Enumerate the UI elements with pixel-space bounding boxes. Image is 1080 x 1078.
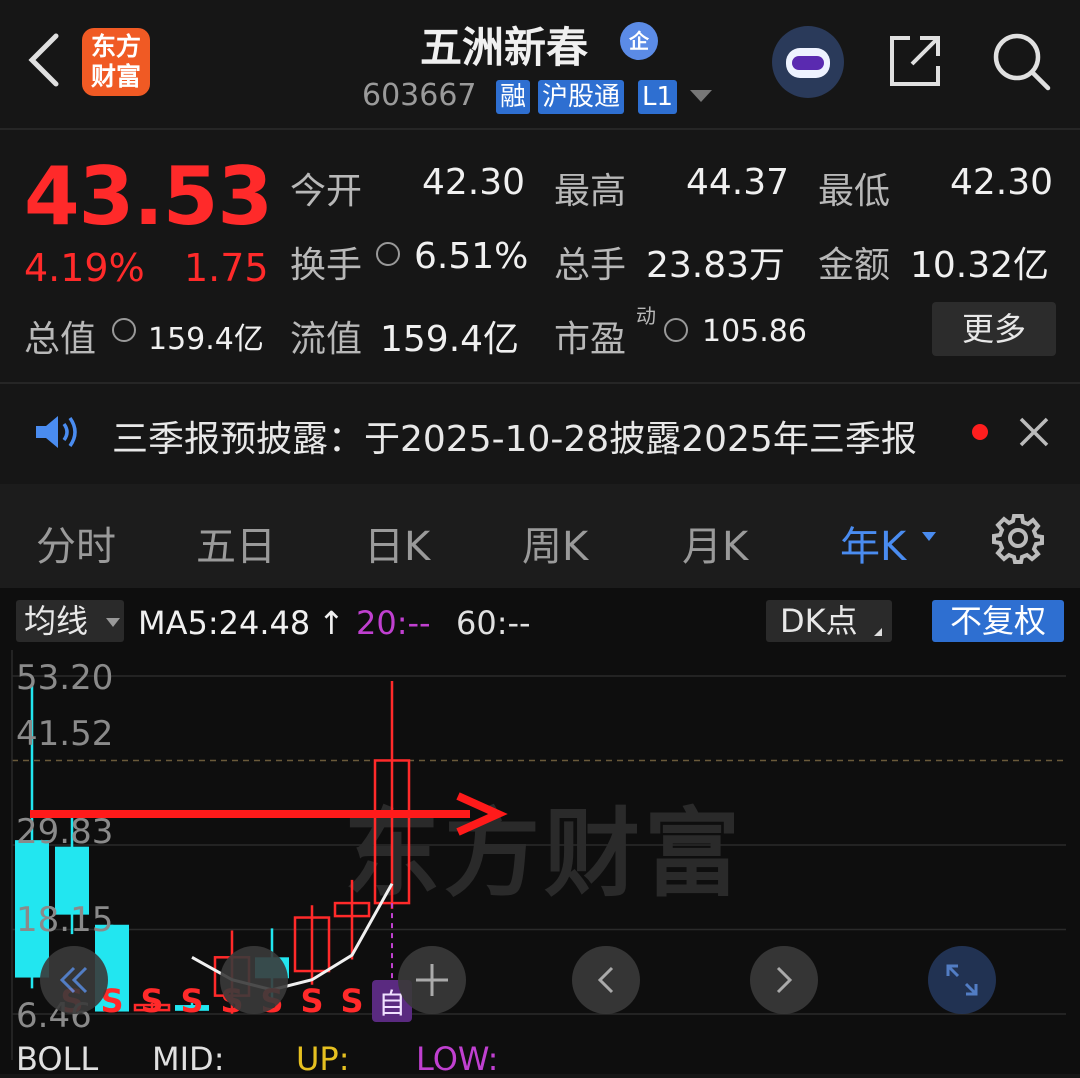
pe-value: 105.86 xyxy=(702,314,807,349)
ma5-readout: MA5:24.48 xyxy=(138,604,311,642)
close-icon[interactable] xyxy=(1016,414,1052,450)
fullscreen-button[interactable] xyxy=(928,946,996,1014)
scroll-right-button[interactable] xyxy=(750,946,818,1014)
float-mv-value: 159.4亿 xyxy=(380,319,520,360)
turnover-value: 6.51% xyxy=(414,236,529,277)
y-tick-label: 41.52 xyxy=(16,714,114,754)
plus-icon xyxy=(416,964,448,996)
change-amount: 1.75 xyxy=(184,246,269,290)
back-arrow-icon[interactable] xyxy=(24,30,64,90)
pe-label: 市盈 xyxy=(554,319,627,360)
turnover-info-icon[interactable] xyxy=(376,242,400,266)
boll-up: UP: xyxy=(296,1040,350,1078)
amount-label: 金额 xyxy=(818,245,891,286)
gear-icon[interactable] xyxy=(992,512,1044,564)
boll-indicator-label[interactable]: BOLL xyxy=(16,1040,98,1078)
volume-label: 总手 xyxy=(554,245,627,286)
tag-connect: 沪股通 xyxy=(538,80,625,114)
divider xyxy=(0,382,1080,384)
ma5-arrow: ↑ xyxy=(318,604,345,642)
high-value: 44.37 xyxy=(686,162,790,203)
speaker-icon xyxy=(36,416,77,448)
annotation-arrow xyxy=(30,792,508,836)
tag-level: L1 xyxy=(638,80,678,114)
boll-low: LOW: xyxy=(416,1040,499,1078)
low-value: 42.30 xyxy=(950,162,1054,203)
share-icon[interactable] xyxy=(886,32,944,90)
zoom-in-button[interactable] xyxy=(398,946,466,1014)
adjust-button[interactable]: 不复权 xyxy=(932,600,1064,642)
tab-weekly-k[interactable]: 周K xyxy=(522,514,588,572)
turnover-label: 换手 xyxy=(290,245,363,286)
dk-corner-icon xyxy=(874,628,882,636)
search-icon[interactable] xyxy=(990,30,1052,92)
tab-daily-k[interactable]: 日K xyxy=(364,514,430,572)
enterprise-badge: 企 xyxy=(620,22,658,60)
high-label: 最高 xyxy=(554,171,627,212)
code-dropdown-icon[interactable] xyxy=(690,90,712,102)
indicator-dropdown-icon[interactable] xyxy=(106,618,120,627)
stock-name: 五洲新春 xyxy=(420,23,589,72)
volume-value: 23.83万 xyxy=(646,245,786,286)
scroll-left-fast-button[interactable] xyxy=(40,946,108,1014)
signal-label: S xyxy=(140,982,163,1020)
tab-intraday[interactable]: 分时 xyxy=(36,514,116,572)
total-mv-label: 总值 xyxy=(24,319,97,360)
float-mv-label: 流值 xyxy=(290,319,363,360)
low-label: 最低 xyxy=(818,171,891,212)
pe-type: 动 xyxy=(636,304,656,328)
signal-label: S xyxy=(180,982,203,1020)
scroll-left-button[interactable] xyxy=(572,946,640,1014)
total-mv-value: 159.4亿 xyxy=(148,322,264,357)
zoom-out-button[interactable] xyxy=(220,946,288,1014)
unread-dot xyxy=(972,424,988,440)
change-percent: 4.19% xyxy=(24,246,145,290)
ma20-readout: 20:-- xyxy=(356,604,431,642)
notice-text[interactable]: 三季报预披露：于2025-10-28披露2025年三季报 xyxy=(112,410,917,462)
pe-info-icon[interactable] xyxy=(664,318,688,342)
tab-yearly-k[interactable]: 年K xyxy=(840,514,906,572)
current-price: 43.53 xyxy=(24,150,273,243)
amount-value: 10.32亿 xyxy=(910,245,1050,286)
y-tick-label: 53.20 xyxy=(16,658,114,698)
app-logo[interactable]: 东方 财富 xyxy=(82,28,150,96)
double-chevron-left-icon xyxy=(59,966,88,994)
y-tick-label: 18.15 xyxy=(16,900,114,940)
chevron-left-icon xyxy=(597,966,614,994)
tab-five-day[interactable]: 五日 xyxy=(196,514,276,572)
total-mv-info-icon[interactable] xyxy=(112,318,136,342)
chevron-right-icon xyxy=(776,966,793,994)
open-label: 今开 xyxy=(290,171,363,212)
expand-icon xyxy=(946,964,978,996)
tab-monthly-k[interactable]: 月K xyxy=(682,514,748,572)
signal-label: S xyxy=(300,982,323,1020)
candlestick-chart[interactable]: SSSSSSSS自 xyxy=(0,650,1080,1074)
ma60-readout: 60:-- xyxy=(456,604,531,642)
signal-label: S xyxy=(340,982,363,1020)
assistant-robot-icon[interactable] xyxy=(772,26,844,98)
open-value: 42.30 xyxy=(422,162,526,203)
boll-mid: MID: xyxy=(152,1040,225,1078)
tag-margin: 融 xyxy=(496,80,531,114)
more-button[interactable]: 更多 xyxy=(932,302,1056,356)
tab-dropdown-icon[interactable] xyxy=(922,532,936,541)
stock-code: 603667 xyxy=(362,78,477,113)
divider xyxy=(0,128,1080,130)
